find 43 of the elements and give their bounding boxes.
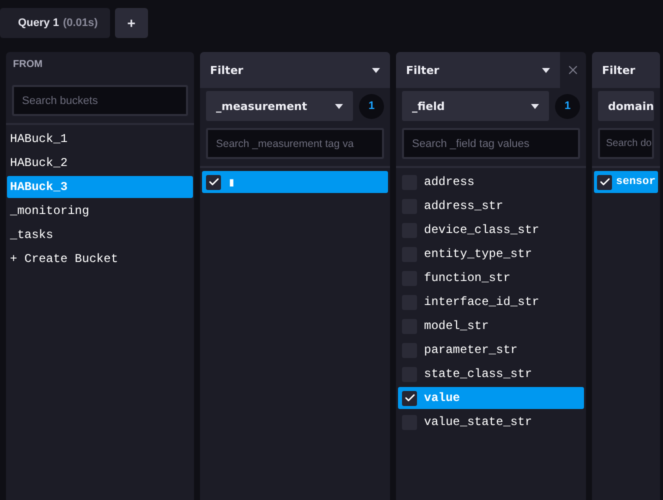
panel-title: FROM [12, 58, 44, 72]
query-tab-label: Query 1 [18, 17, 59, 29]
checkbox[interactable] [402, 390, 417, 406]
checkbox[interactable] [206, 174, 221, 190]
tag-value-item[interactable]: address [398, 171, 584, 193]
filter-dropdown[interactable]: Filter [396, 52, 560, 88]
tag-value-item[interactable]: model_str [398, 315, 584, 337]
search-field[interactable]: Search _measurement tag va [206, 128, 384, 159]
add-query-button[interactable]: + [114, 8, 148, 38]
tag-value-item[interactable]: state_class_str [398, 363, 584, 385]
tag-key-dropdown[interactable]: _measurement [206, 91, 353, 121]
caret-icon [531, 104, 539, 108]
selected-count: 1 [359, 94, 384, 118]
query-tab[interactable]: Query 1 (0.01s) [0, 8, 110, 38]
caret-icon [372, 68, 380, 72]
tag-value-item[interactable]: function_str [398, 267, 584, 289]
tag-key-dropdown[interactable]: _field [402, 91, 549, 121]
bucket-item[interactable]: HABuck_2 [7, 152, 193, 174]
query-time: (0.01s) [62, 17, 98, 29]
selected-count: 1 [555, 94, 580, 118]
checkbox[interactable] [597, 174, 612, 190]
tag-value-item[interactable]: address_str [398, 195, 584, 217]
create-bucket-link[interactable]: + Create Bucket [6, 247, 194, 271]
tag-value-item[interactable]: device_class_str [398, 219, 584, 241]
caret-icon [335, 104, 343, 108]
tag-value-item[interactable]: value_state_str [398, 411, 584, 433]
check-icon [208, 176, 220, 188]
filter-dropdown[interactable]: Filter [592, 52, 660, 88]
search-field[interactable]: Search _field tag values [402, 128, 580, 159]
search-field[interactable]: Search buckets [12, 85, 188, 116]
bucket-item[interactable]: HABuck_1 [7, 128, 193, 150]
search-field[interactable]: Search do [598, 128, 654, 159]
filter-dropdown[interactable]: Filter [200, 52, 390, 88]
tag-value-item[interactable]: interface_id_str [398, 291, 584, 313]
bucket-item[interactable]: _tasks [7, 224, 193, 246]
tag-value-item[interactable]: parameter_str [398, 339, 584, 361]
caret-icon [542, 68, 550, 72]
check-icon [598, 176, 610, 188]
check-icon [404, 392, 416, 404]
bucket-item[interactable]: _monitoring [7, 200, 193, 222]
tag-key-dropdown[interactable]: domain [598, 91, 654, 121]
close-icon [566, 63, 580, 77]
tag-value-item[interactable]: entity_type_str [398, 243, 584, 265]
